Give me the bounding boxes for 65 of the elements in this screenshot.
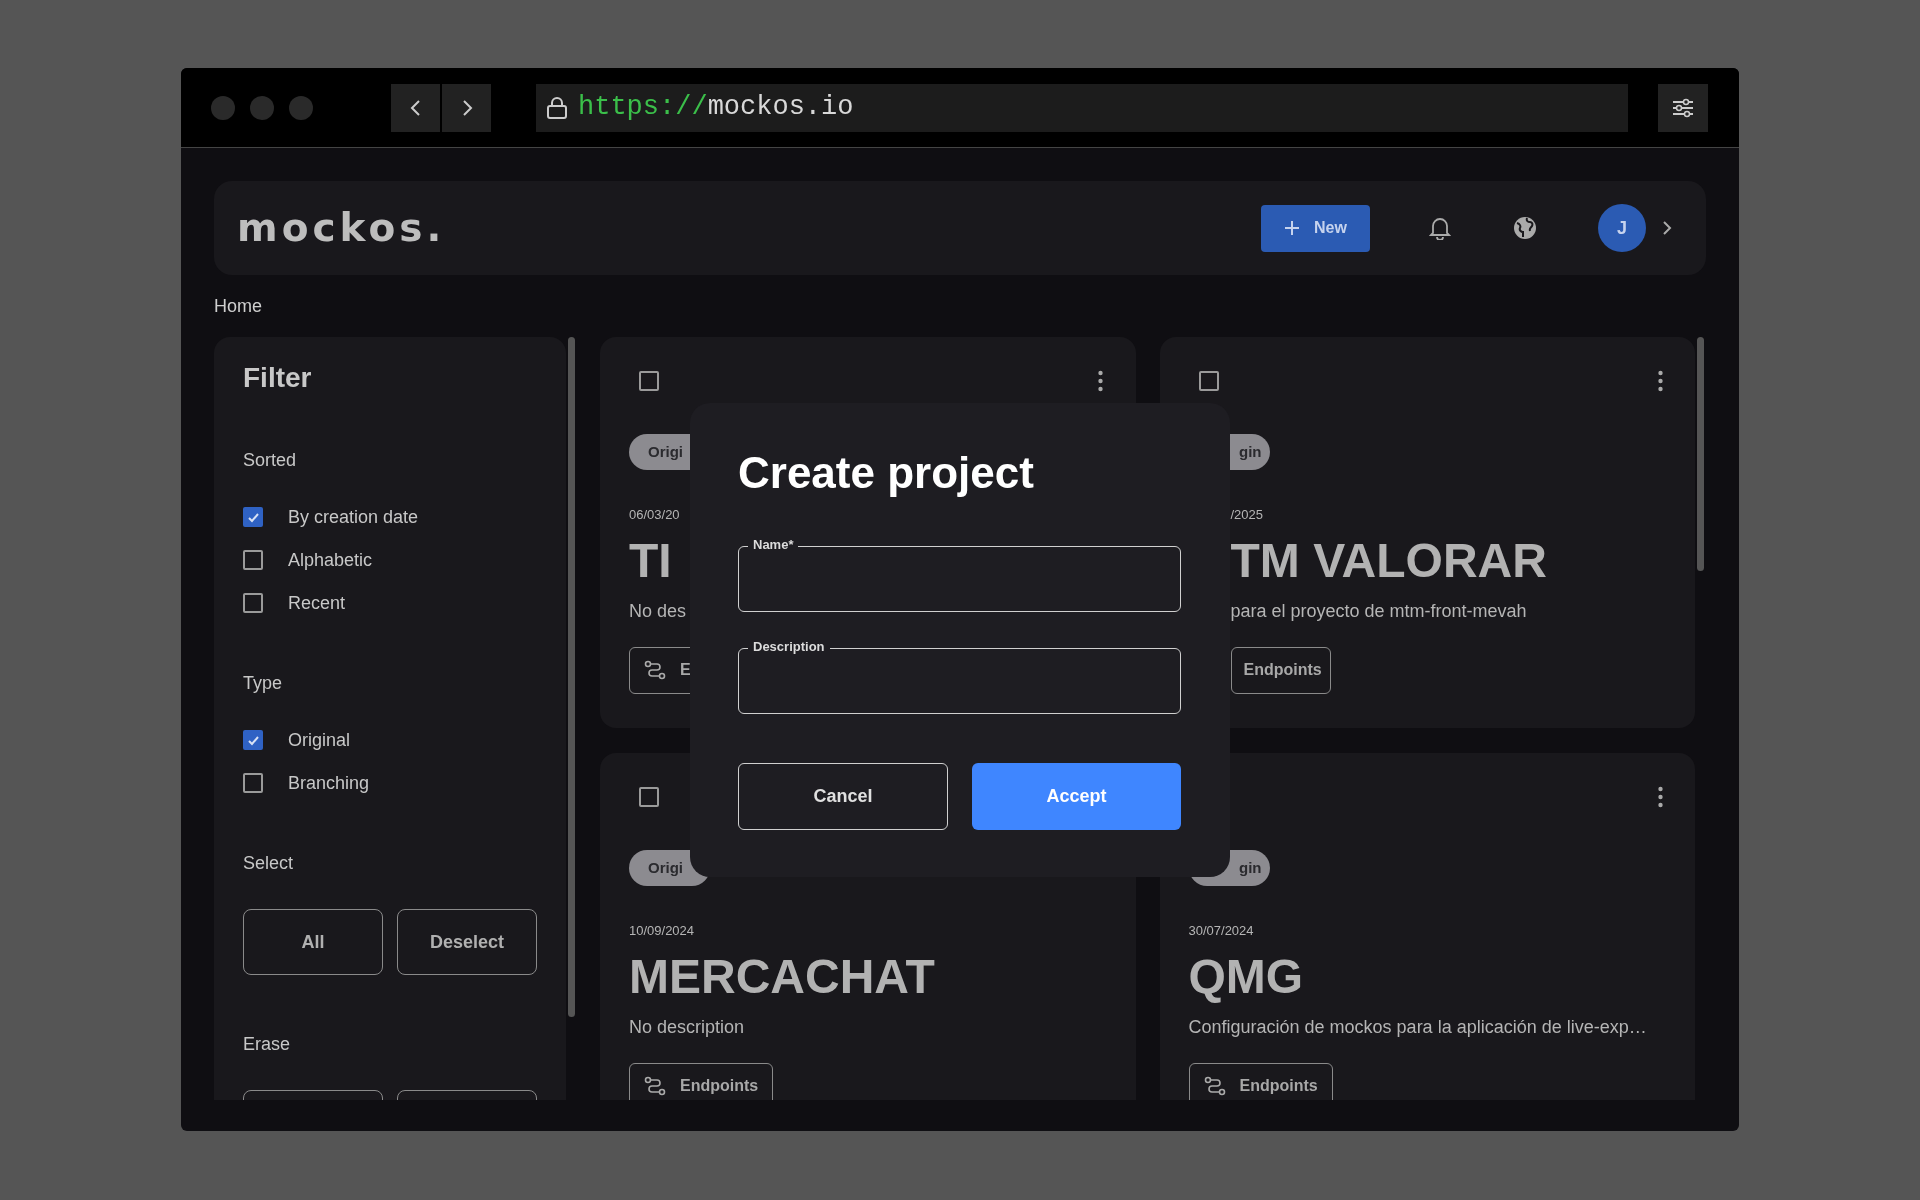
project-description: No des — [629, 599, 688, 623]
avatar[interactable]: J — [1598, 204, 1646, 252]
project-description: Configuración de mockos para la aplicación de live-exp… — [1188, 1015, 1648, 1039]
kebab-menu-icon — [1098, 370, 1103, 392]
project-title: TM VALORAR — [1230, 532, 1547, 589]
scrollbar[interactable] — [1697, 337, 1704, 571]
route-icon — [1203, 1076, 1226, 1096]
bell-icon — [1429, 216, 1451, 240]
date-text: 06/03/20 — [629, 506, 681, 524]
section-heading: Sorted — [243, 449, 298, 472]
project-title: TI — [629, 532, 672, 589]
option-button[interactable]: Deselect — [397, 909, 537, 975]
date-text: 10/09/2024 — [629, 922, 696, 940]
sliders-icon — [1672, 97, 1694, 118]
checkbox[interactable] — [243, 730, 263, 750]
project-description: No description — [629, 1015, 746, 1039]
chevron-left-icon — [409, 98, 422, 117]
panel-title: Filter — [243, 361, 313, 395]
checkbox[interactable] — [243, 507, 263, 527]
language-button[interactable] — [1512, 215, 1538, 241]
checkbox[interactable] — [639, 787, 659, 807]
chevron-right-icon — [460, 98, 473, 117]
checkbox[interactable] — [1198, 371, 1219, 391]
section-heading: Select — [243, 852, 295, 875]
project-description: para el proyecto de mtm-front-mevah — [1230, 599, 1528, 623]
checkbox-label[interactable]: Recent — [288, 589, 346, 617]
more-options-button[interactable] — [1655, 369, 1665, 393]
cancel-button[interactable]: Cancel — [738, 763, 948, 830]
new-button[interactable]: New — [1261, 204, 1370, 252]
checkbox-label[interactable]: By creation date — [288, 503, 419, 531]
project-title: MERCACHAT — [629, 948, 935, 1005]
chevron-right-icon[interactable] — [1662, 221, 1672, 235]
checkbox-label[interactable]: Original — [288, 726, 351, 754]
lock-icon — [546, 95, 568, 120]
dialog-title: Create project — [738, 447, 1035, 499]
option-button[interactable]: All — [243, 909, 383, 975]
kebab-menu-icon — [1657, 786, 1663, 808]
scrollbar[interactable] — [568, 337, 575, 1017]
checkbox-label[interactable]: Branching — [288, 769, 370, 797]
route-icon — [644, 660, 666, 680]
route-icon — [644, 1076, 666, 1096]
checkbox[interactable] — [243, 550, 263, 570]
endpoints-button[interactable]: Endpoints — [629, 1062, 774, 1100]
project-title: QMG — [1188, 948, 1304, 1005]
checkbox[interactable] — [639, 371, 659, 391]
field-label: Description — [748, 639, 830, 655]
breadcrumb-link[interactable]: Home — [214, 293, 262, 320]
more-options-button[interactable] — [1095, 369, 1106, 393]
date-text: 30/07/2024 — [1188, 922, 1255, 940]
checkbox[interactable] — [243, 593, 263, 613]
notifications-button[interactable] — [1428, 215, 1452, 241]
checkbox-label[interactable]: Alphabetic — [288, 546, 373, 574]
endpoints-button[interactable]: Endpoints — [1188, 1062, 1333, 1100]
section-heading: Erase — [243, 1033, 292, 1056]
more-options-button[interactable] — [1655, 785, 1665, 809]
address-bar[interactable]: https://mockos.io — [536, 83, 1628, 132]
globe-icon — [1513, 216, 1537, 240]
section-heading: Type — [243, 672, 284, 695]
settings-button[interactable] — [1658, 83, 1708, 132]
logo[interactable]: mockos. — [237, 198, 446, 258]
kebab-menu-icon — [1657, 370, 1663, 392]
date-text: /2025 — [1230, 506, 1265, 524]
checkbox[interactable] — [243, 773, 263, 793]
plus-icon — [1284, 220, 1301, 236]
url-text: https://mockos.io — [578, 91, 854, 125]
